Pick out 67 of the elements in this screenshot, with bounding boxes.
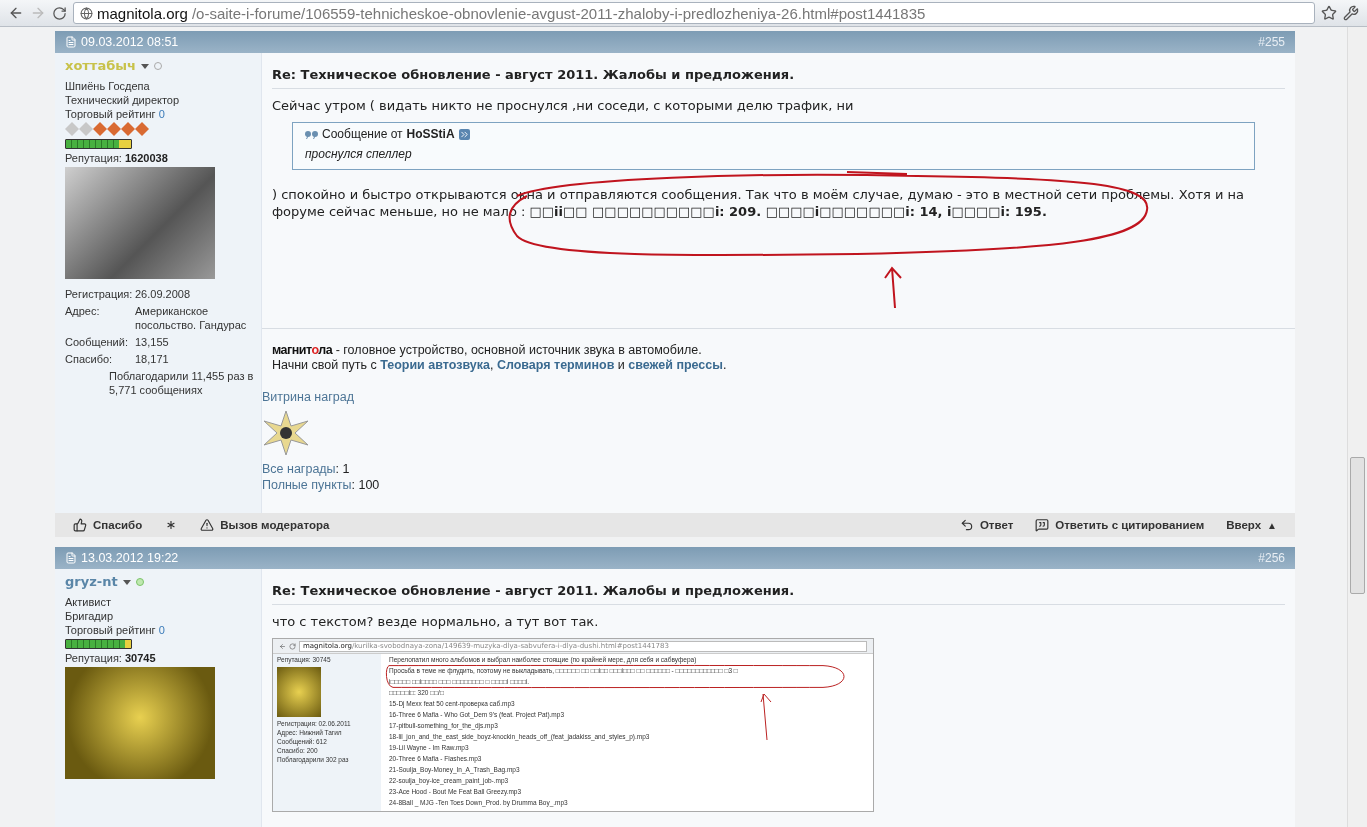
detail-value: 13,155: [135, 335, 170, 349]
speech-bubble-icon: [1035, 518, 1050, 532]
award-stat-label[interactable]: Полные пункты: [262, 478, 352, 492]
quote-icon: [305, 129, 318, 139]
trade-rating-label: Торговый рейтинг: [65, 624, 157, 636]
address-bar[interactable]: magnitola.org /o-saite-i-forume/106559-tehnicheskoe-obnovlenie-avgust-2011-zhaloby-i-predlozheniya-26.html#post1441835: [73, 2, 1315, 24]
reply-arrow-icon: [959, 518, 974, 532]
post-text: Сейчас утром ( видать никто не проснулся ,ни соседи, с которыми делю трафик, ни: [272, 97, 855, 114]
trade-rating-value[interactable]: 0: [158, 108, 165, 120]
trade-rating-value[interactable]: 0: [158, 624, 165, 636]
top-button[interactable]: Вверх ▲: [1222, 519, 1281, 531]
post-text: что с текстом? везде нормально, а тут вот так.: [272, 613, 600, 630]
quote-button[interactable]: Ответить с цитированием: [1031, 518, 1209, 532]
user-title: Технический директор: [65, 93, 181, 107]
scrollbar[interactable]: [1347, 27, 1367, 827]
detail-value: Американское посольство. Гандурас: [135, 304, 248, 332]
avatar-image: [277, 667, 321, 717]
quote-text: проснулся спеллер: [305, 147, 413, 161]
award-stat-label[interactable]: Все награды: [262, 462, 336, 476]
post-title: Re: Техническое обновление - август 2011. Жалобы и предложения.: [272, 579, 1285, 605]
detail-value: 18,171: [135, 352, 170, 366]
reload-icon: [289, 642, 296, 650]
thumbs-up-icon: [73, 518, 87, 532]
quote-label: Сообщение от: [322, 127, 403, 141]
report-button[interactable]: Вызов модератора: [196, 518, 334, 532]
reputation-value: 1620038: [125, 152, 168, 164]
reputation-value: 30745: [125, 652, 156, 664]
warning-icon: [200, 518, 215, 532]
signature-link[interactable]: Теории автозвука: [380, 358, 490, 372]
caret-icon[interactable]: [122, 579, 131, 585]
thanks-note: Поблагодарили 11,455 раз в 5,771 сообщениях: [108, 369, 255, 397]
user-title: Бригадир: [65, 609, 115, 623]
user-title: Активист: [65, 595, 112, 609]
signature-link[interactable]: свежей прессы: [628, 358, 723, 372]
post-date: 09.03.2012 08:51: [81, 35, 179, 49]
awards-link[interactable]: Витрина наград: [262, 389, 1285, 405]
back-icon: [279, 642, 286, 650]
detail-value: 26.09.2008: [135, 287, 192, 301]
signature-line: Начни свой путь с Теории автозвука, Словаря терминов и свежей прессы.: [272, 358, 728, 373]
caret-icon[interactable]: [140, 63, 149, 69]
reply-button[interactable]: Ответ: [955, 518, 1018, 532]
trade-rating-label: Торговый рейтинг: [65, 108, 157, 120]
reputation-label: Репутация:: [65, 152, 123, 164]
post-date: 13.03.2012 19:22: [81, 551, 179, 565]
bookmark-star-button[interactable]: [1321, 5, 1337, 21]
document-icon: [65, 552, 77, 564]
logo: магнитола: [272, 343, 333, 357]
thanks-button[interactable]: Спасибо: [69, 518, 147, 532]
reputation-label: Репутация:: [65, 652, 123, 664]
detail-label: Сообщений:: [65, 335, 129, 349]
detail-label: Спасибо:: [65, 352, 114, 366]
signature-link[interactable]: Словаря терминов: [496, 358, 615, 372]
quote-author: HoSStiA: [406, 127, 455, 141]
detail-label: Адрес:: [65, 304, 101, 319]
detail-label: Регистрация:: [65, 287, 134, 301]
award-stat-value: : 100: [351, 478, 380, 492]
user-title: Шпиёнь Госдепа: [65, 79, 151, 93]
award-stat-value: : 1: [335, 462, 350, 476]
post-title: Re: Техническое обновление - август 2011. Жалобы и предложения.: [272, 63, 1285, 89]
document-icon: [65, 36, 77, 48]
reload-button[interactable]: [52, 5, 67, 21]
settings-button[interactable]: [1343, 5, 1359, 21]
view-post-icon[interactable]: [458, 128, 470, 140]
signature-text: - головное устройство, основной источник звука в автомобиле.: [334, 343, 702, 357]
username[interactable]: gryz-nt: [65, 575, 118, 589]
back-button[interactable]: [8, 5, 24, 21]
medal-icon: [262, 409, 310, 457]
